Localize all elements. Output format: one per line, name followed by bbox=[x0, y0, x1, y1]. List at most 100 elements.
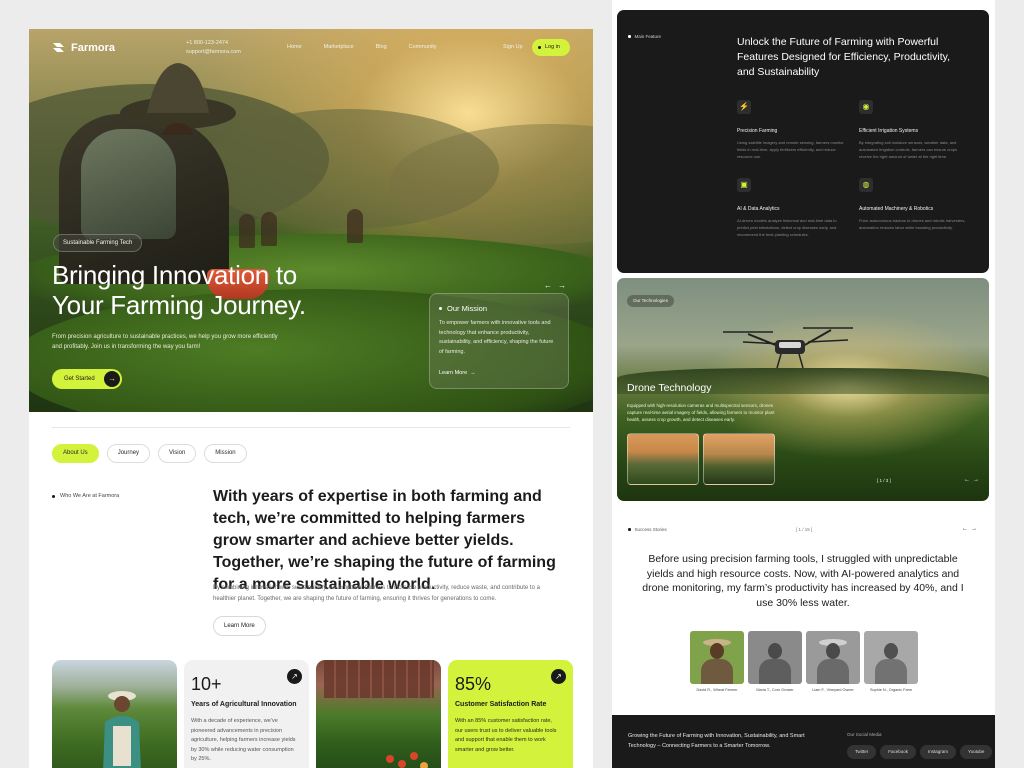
stories-counter: [ 1 / 15 ] bbox=[796, 527, 813, 532]
technology-thumbnail[interactable] bbox=[627, 433, 699, 485]
arrow-right-icon: → bbox=[468, 370, 476, 376]
nav-link-blog[interactable]: Blog bbox=[376, 44, 387, 50]
arrow-left-icon[interactable]: ← bbox=[962, 526, 971, 532]
mission-card: Our Mission To empower farmers with inno… bbox=[429, 293, 569, 389]
testimonial-quote: Before using precision farming tools, I … bbox=[642, 553, 964, 609]
stat-number: 10+ bbox=[191, 674, 222, 694]
person-name: Liam F., Vineyard Owner bbox=[812, 688, 854, 692]
get-started-button[interactable]: Get Started → bbox=[52, 369, 122, 389]
stories-tag: Success Stories bbox=[628, 527, 667, 532]
feature-desc: Using satellite imagery and remote sensi… bbox=[737, 140, 844, 159]
nav-link-home[interactable]: Home bbox=[287, 44, 302, 50]
tab-vision[interactable]: Vision bbox=[158, 444, 197, 463]
top-nav: Farmora +1 800-123-2474 support@farmora.… bbox=[29, 29, 593, 67]
hero-badge: Sustainable Farming Tech bbox=[53, 234, 143, 252]
avatar bbox=[806, 631, 860, 684]
technology-text: Equipped with high-resolution cameras an… bbox=[627, 403, 775, 422]
contact-phone[interactable]: +1 800-123-2474 bbox=[186, 39, 241, 48]
person-name: Maria T., Corn Grower bbox=[756, 688, 794, 692]
mission-title: Our Mission bbox=[439, 304, 559, 313]
person-name: Sophie N., Organic Farm bbox=[870, 688, 912, 692]
main-feature-panel: Main Feature Unlock the Future of Farmin… bbox=[617, 10, 989, 273]
social-instagram-button[interactable]: Instagram bbox=[920, 745, 957, 759]
hero-section: Farmora +1 800-123-2474 support@farmora.… bbox=[29, 29, 593, 412]
social-youtube-button[interactable]: Youtube bbox=[960, 745, 993, 759]
avatar bbox=[864, 631, 918, 684]
nav-link-marketplace[interactable]: Marketplace bbox=[324, 44, 354, 50]
stat-text: With an 85% customer satisfaction rate, … bbox=[455, 718, 557, 753]
nav-link-community[interactable]: Community bbox=[409, 44, 437, 50]
mission-learn-more-link[interactable]: Learn More → bbox=[439, 370, 476, 376]
feature-name: Automated Machinery & Robotics bbox=[859, 206, 934, 212]
drone-image bbox=[723, 327, 853, 369]
feature-precision-farming: ⚡ Precision Farming Using satellite imag… bbox=[737, 100, 849, 160]
technology-title: Drone Technology bbox=[627, 382, 712, 394]
features-page: Main Feature Unlock the Future of Farmin… bbox=[612, 0, 995, 768]
section-divider bbox=[52, 427, 570, 428]
about-text: By combining innovation with sustainabil… bbox=[213, 585, 540, 602]
technologies-panel: Our Technologies Drone Technology Equipp… bbox=[617, 278, 989, 501]
feature-title: Unlock the Future of Farming with Powerf… bbox=[737, 36, 951, 78]
social-twitter-button[interactable]: Twitter bbox=[847, 745, 877, 759]
arrow-left-icon[interactable]: ← bbox=[964, 477, 973, 483]
person-name: David R., Wheat Farmer bbox=[696, 688, 738, 692]
water-icon: ◉ bbox=[859, 100, 873, 114]
stat-card-satisfaction: 85% Customer Satisfaction Rate With an 8… bbox=[448, 660, 573, 768]
farmer-photo-card bbox=[52, 660, 177, 768]
arrow-right-icon[interactable]: → bbox=[973, 477, 982, 483]
arrow-up-right-icon[interactable]: ↗ bbox=[287, 669, 302, 684]
feature-name: Precision Farming bbox=[737, 128, 778, 134]
footer-text: Growing the Future of Farming with Innov… bbox=[628, 733, 805, 749]
stat-text: With a decade of experience, we’ve pione… bbox=[191, 718, 296, 762]
contact-email[interactable]: support@farmora.com bbox=[186, 48, 241, 57]
stat-number: 85% bbox=[455, 674, 492, 694]
about-title: With years of expertise in both farming … bbox=[213, 488, 556, 593]
brand-name: Farmora bbox=[71, 41, 116, 54]
testimonial-person[interactable]: David R., Wheat Farmer bbox=[690, 631, 744, 692]
hero-title: Bringing Innovation to Your Farming Jour… bbox=[52, 260, 306, 320]
testimonial-person[interactable]: Liam F., Vineyard Owner bbox=[806, 631, 860, 692]
testimonial-person[interactable]: Maria T., Corn Grower bbox=[748, 631, 802, 692]
login-button[interactable]: Log in bbox=[532, 39, 570, 56]
logo[interactable]: Farmora bbox=[52, 41, 115, 54]
tab-about-us[interactable]: About Us bbox=[52, 444, 99, 463]
technologies-tag: Our Technologies bbox=[627, 295, 674, 307]
technology-slider-arrows: ←→ bbox=[964, 477, 982, 483]
feature-desc: By integrating soil moisture sensors, we… bbox=[859, 140, 958, 159]
tab-mission[interactable]: Mission bbox=[204, 444, 247, 463]
stat-label: Years of Agricultural Innovation bbox=[191, 701, 297, 708]
mission-link-label: Learn More bbox=[439, 370, 468, 376]
stories-slider-arrows: ←→ bbox=[962, 526, 980, 532]
feature-robotics: ◍ Automated Machinery & Robotics From au… bbox=[859, 178, 971, 231]
feature-desc: AI-driven models analyze historical and … bbox=[737, 218, 837, 237]
hero-subtitle: From precision agriculture to sustainabl… bbox=[52, 334, 278, 350]
arrow-left-icon[interactable]: ← bbox=[544, 281, 558, 290]
tab-journey[interactable]: Journey bbox=[106, 444, 151, 463]
avatar bbox=[748, 631, 802, 684]
bolt-icon: ⚡ bbox=[737, 100, 751, 114]
footer: Growing the Future of Farming with Innov… bbox=[612, 715, 995, 768]
testimonial-person[interactable]: Sophie N., Organic Farm bbox=[864, 631, 918, 692]
arrow-right-icon[interactable]: → bbox=[558, 281, 572, 290]
feature-name: AI & Data Analytics bbox=[737, 206, 780, 212]
arrow-up-right-icon[interactable]: ↗ bbox=[551, 669, 566, 684]
feature-tag: Main Feature bbox=[628, 34, 662, 39]
technology-counter: [ 1 / 3 ] bbox=[877, 478, 891, 483]
arrow-right-icon[interactable]: → bbox=[971, 526, 980, 532]
testimonial-people: David R., Wheat Farmer Maria T., Corn Gr… bbox=[690, 631, 918, 692]
stat-card-years: 10+ Years of Agricultural Innovation Wit… bbox=[184, 660, 309, 768]
robot-icon: ◍ bbox=[859, 178, 873, 192]
feature-irrigation: ◉ Efficient Irrigation Systems By integr… bbox=[859, 100, 971, 160]
avatar bbox=[690, 631, 744, 684]
social-facebook-button[interactable]: Facebook bbox=[880, 745, 917, 759]
signup-link[interactable]: Sign Up bbox=[503, 44, 523, 50]
chip-icon: ▣ bbox=[737, 178, 751, 192]
social-links: Twitter Facebook Instagram Youtube bbox=[847, 745, 993, 759]
contact-info: +1 800-123-2474 support@farmora.com bbox=[186, 39, 241, 57]
social-label: Our Social Media bbox=[847, 732, 882, 737]
about-tag: Who We Are at Farmora bbox=[52, 493, 119, 499]
technology-thumbnail[interactable] bbox=[703, 433, 775, 485]
get-started-label: Get Started bbox=[64, 376, 95, 382]
feature-ai-analytics: ▣ AI & Data Analytics AI-driven models a… bbox=[737, 178, 849, 238]
about-learn-more-button[interactable]: Learn More bbox=[213, 616, 266, 636]
